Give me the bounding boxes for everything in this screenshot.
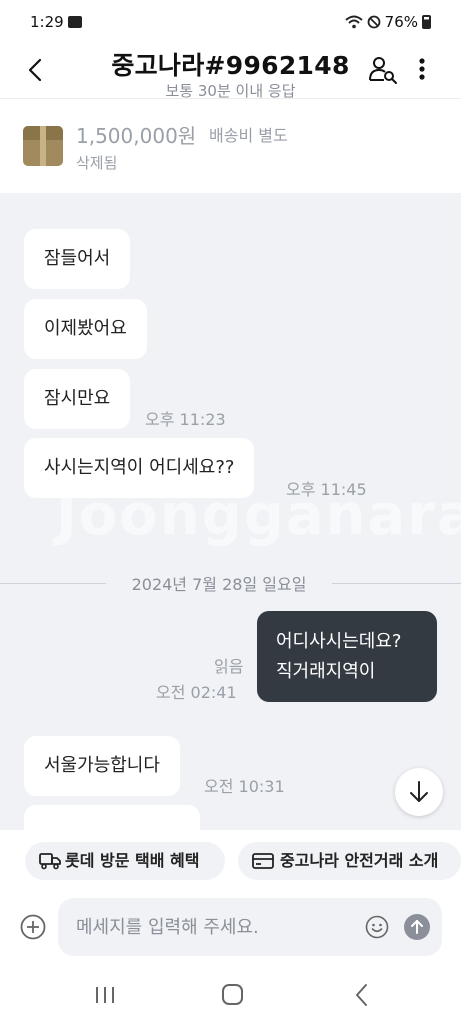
scroll-to-bottom-button[interactable] [395, 768, 443, 816]
my-message-line: 어디사시는데요? [276, 631, 402, 652]
recent-apps-icon[interactable] [93, 985, 117, 1005]
read-receipt: 읽음 [214, 657, 244, 676]
shipping-note: 배송비 별도 [209, 126, 288, 145]
message-composer [0, 892, 461, 968]
back-nav-icon[interactable] [352, 982, 372, 1008]
more-vertical-icon[interactable] [410, 54, 434, 86]
chip-label: 중고나라 안전거래 소개 [280, 851, 439, 870]
send-button[interactable] [404, 914, 430, 940]
chat-messages-area[interactable]: Joongganara 잠들어서 이제봤어요 잠시만요 오후 11:23 사시는… [0, 193, 461, 830]
do-not-disturb-icon [367, 15, 381, 29]
my-message-line: 직거래지역이 [276, 661, 376, 682]
status-bar: 1:29 76% [0, 0, 461, 46]
profile-search-icon[interactable] [367, 54, 399, 86]
system-navigation-bar [0, 968, 461, 1024]
truck-icon [39, 853, 61, 870]
battery-icon [422, 15, 431, 29]
arrow-down-icon [410, 781, 428, 802]
card-icon [252, 853, 274, 869]
product-status: 삭제됨 [76, 154, 118, 172]
message-time: 오후 11:23 [145, 410, 226, 429]
message-bubble: 잠시만요 [24, 369, 131, 429]
message-bubble: 사시는지역이 어디세요?? [24, 438, 255, 498]
date-divider-label: 2024년 7월 28일 일요일 [106, 571, 332, 595]
message-bubble-partial [24, 805, 200, 830]
my-message-bubble: 어디사시는데요? 직거래지역이 [257, 611, 437, 702]
message-box [58, 898, 442, 956]
message-bubble: 이제봤어요 [24, 299, 147, 359]
status-time: 1:29 [30, 13, 64, 31]
product-thumbnail [23, 126, 63, 166]
image-icon [68, 16, 82, 28]
product-price: 1,500,000원 [76, 124, 197, 148]
wifi-icon [344, 15, 363, 29]
safe-trade-chip[interactable]: 중고나라 안전거래 소개 [238, 842, 461, 880]
send-arrow-icon [411, 920, 423, 934]
battery-percent: 76% [384, 13, 418, 31]
status-indicators: 76% [344, 13, 431, 31]
product-info-bar[interactable]: 1,500,000원 배송비 별도 삭제됨 [0, 99, 461, 193]
message-time: 오전 02:41 [156, 683, 237, 702]
message-bubble: 서울가능합니다 [24, 736, 180, 796]
emoji-icon[interactable] [365, 915, 389, 939]
home-icon[interactable] [222, 984, 243, 1005]
plus-circle-icon[interactable] [20, 914, 46, 940]
quick-actions-bar: 롯데 방문 택배 혜택 중고나라 안전거래 소개 [0, 830, 461, 892]
chat-header: 중고나라#9962148 보통 30분 이내 응답 [0, 46, 461, 100]
lotte-delivery-chip[interactable]: 롯데 방문 택배 혜택 [25, 842, 225, 880]
message-bubble: 잠들어서 [24, 229, 131, 289]
message-input[interactable] [76, 898, 356, 956]
chip-label: 롯데 방문 택배 혜택 [65, 851, 200, 870]
message-time: 오전 10:31 [204, 777, 285, 796]
message-time: 오후 11:45 [286, 480, 367, 499]
